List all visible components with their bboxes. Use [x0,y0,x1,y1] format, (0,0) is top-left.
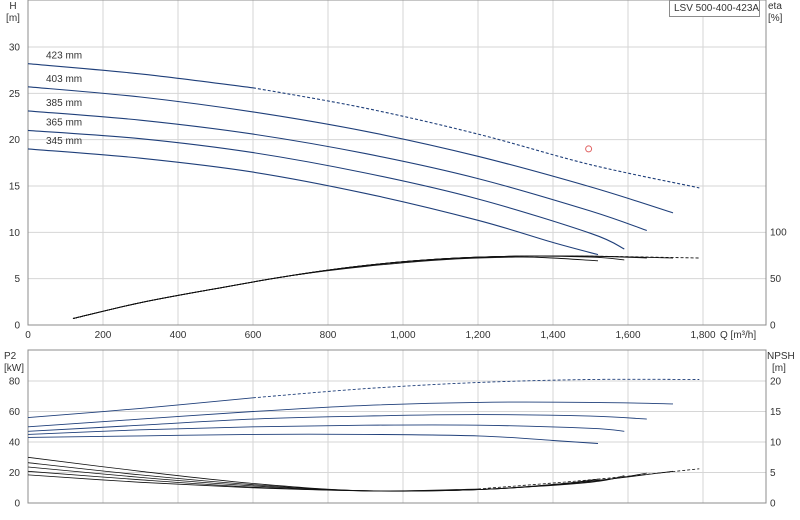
eta-tick-label: 50 [770,274,782,285]
h-tick-label: 25 [9,89,21,100]
h-axis-unit: [m] [6,13,20,24]
npsh-axis-label: NPSH [767,351,795,362]
curve-layer: 423 mm 403 mm 385 mm 365 mm 345 mm [27,51,700,492]
h-tick-label: 20 [9,135,21,146]
p2-axis-label: P2 [4,351,17,362]
npsh-axis-unit: [m] [772,363,786,374]
frame-layer [27,0,767,504]
p2-tick-label: 60 [9,407,21,418]
npsh-tick-label: 5 [770,468,776,479]
eta-tick-label: 0 [770,321,776,332]
h-tick-label: 30 [9,43,21,54]
duty-point-marker [585,145,593,153]
pump-curve-chart: H [m] eta [%] Q [m³/h] P2 [kW] NPSH [m] … [4,0,795,510]
efficiency-curve [72,255,625,319]
h-tick-label: 15 [9,182,21,193]
grid-layer [27,0,766,504]
h-tick-label: 0 [14,321,20,332]
h-axis-label: H [9,1,16,12]
tick-label-layer: 0 200 400 600 800 1,000 1,200 1,400 1,600 1,80005… [9,43,787,510]
x-tick-label: 400 [170,330,187,341]
head-curve [27,110,647,232]
impeller-diameter-label: 423 mm [46,51,82,62]
head-plot-frame [27,0,767,326]
x-tick-label: 1,000 [390,330,415,341]
head-curve [27,86,674,214]
impeller-diameter-label: 365 mm [46,117,82,128]
head-curve-dashed [252,87,700,189]
q-axis-label: Q [m³/h] [720,330,756,341]
p2-tick-label: 40 [9,438,21,449]
eta-axis-label: eta [768,1,782,12]
npsh-tick-label: 20 [770,377,782,388]
power-curve-dashed [252,378,700,399]
eta-axis-unit: [%] [768,13,783,24]
power-curve [27,414,647,432]
efficiency-curve [72,256,599,319]
npsh-curve [27,466,647,492]
x-tick-label: 1,800 [690,330,715,341]
p2-tick-label: 20 [9,468,21,479]
x-tick-label: 1,200 [465,330,490,341]
npsh-tick-label: 15 [770,407,782,418]
pump-model-title: LSV 500-400-423A [674,3,760,14]
axis-label-layer: H [m] eta [%] Q [m³/h] P2 [kW] NPSH [m] [4,1,795,374]
impeller-diameter-label: 345 mm [46,136,82,147]
head-curve [27,129,625,250]
power-curve [27,397,254,419]
impeller-diameter-label: 403 mm [46,74,82,85]
h-tick-label: 5 [14,274,20,285]
npsh-tick-label: 10 [770,438,782,449]
eta-tick-label: 100 [770,228,787,239]
pump-model-title-box: LSV 500-400-423A [669,0,760,17]
x-tick-label: 1,600 [615,330,640,341]
efficiency-curve [72,255,516,319]
p2-tick-label: 0 [14,499,20,510]
x-tick-label: 800 [320,330,337,341]
h-tick-label: 10 [9,228,21,239]
p2-tick-label: 80 [9,377,21,388]
x-tick-label: 0 [25,330,31,341]
npsh-tick-label: 0 [770,499,776,510]
x-tick-label: 200 [95,330,112,341]
x-tick-label: 1,400 [540,330,565,341]
npsh-curve [27,462,674,492]
impeller-diameter-label: 385 mm [46,98,82,109]
power-curve [27,401,674,428]
efficiency-curve [72,255,647,319]
p2-axis-unit: [kW] [4,363,24,374]
x-tick-label: 600 [245,330,262,341]
